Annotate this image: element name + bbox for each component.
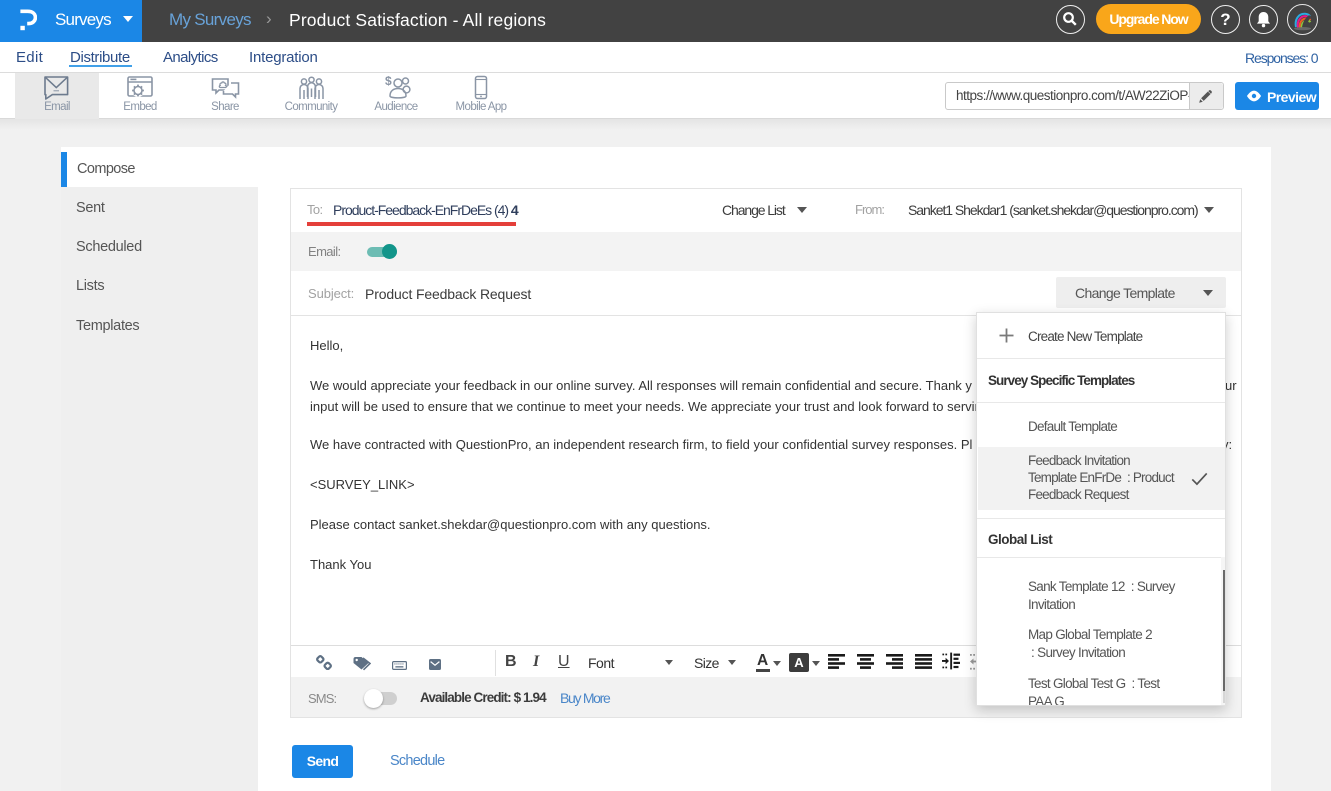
svg-text:$: $: [385, 75, 392, 88]
